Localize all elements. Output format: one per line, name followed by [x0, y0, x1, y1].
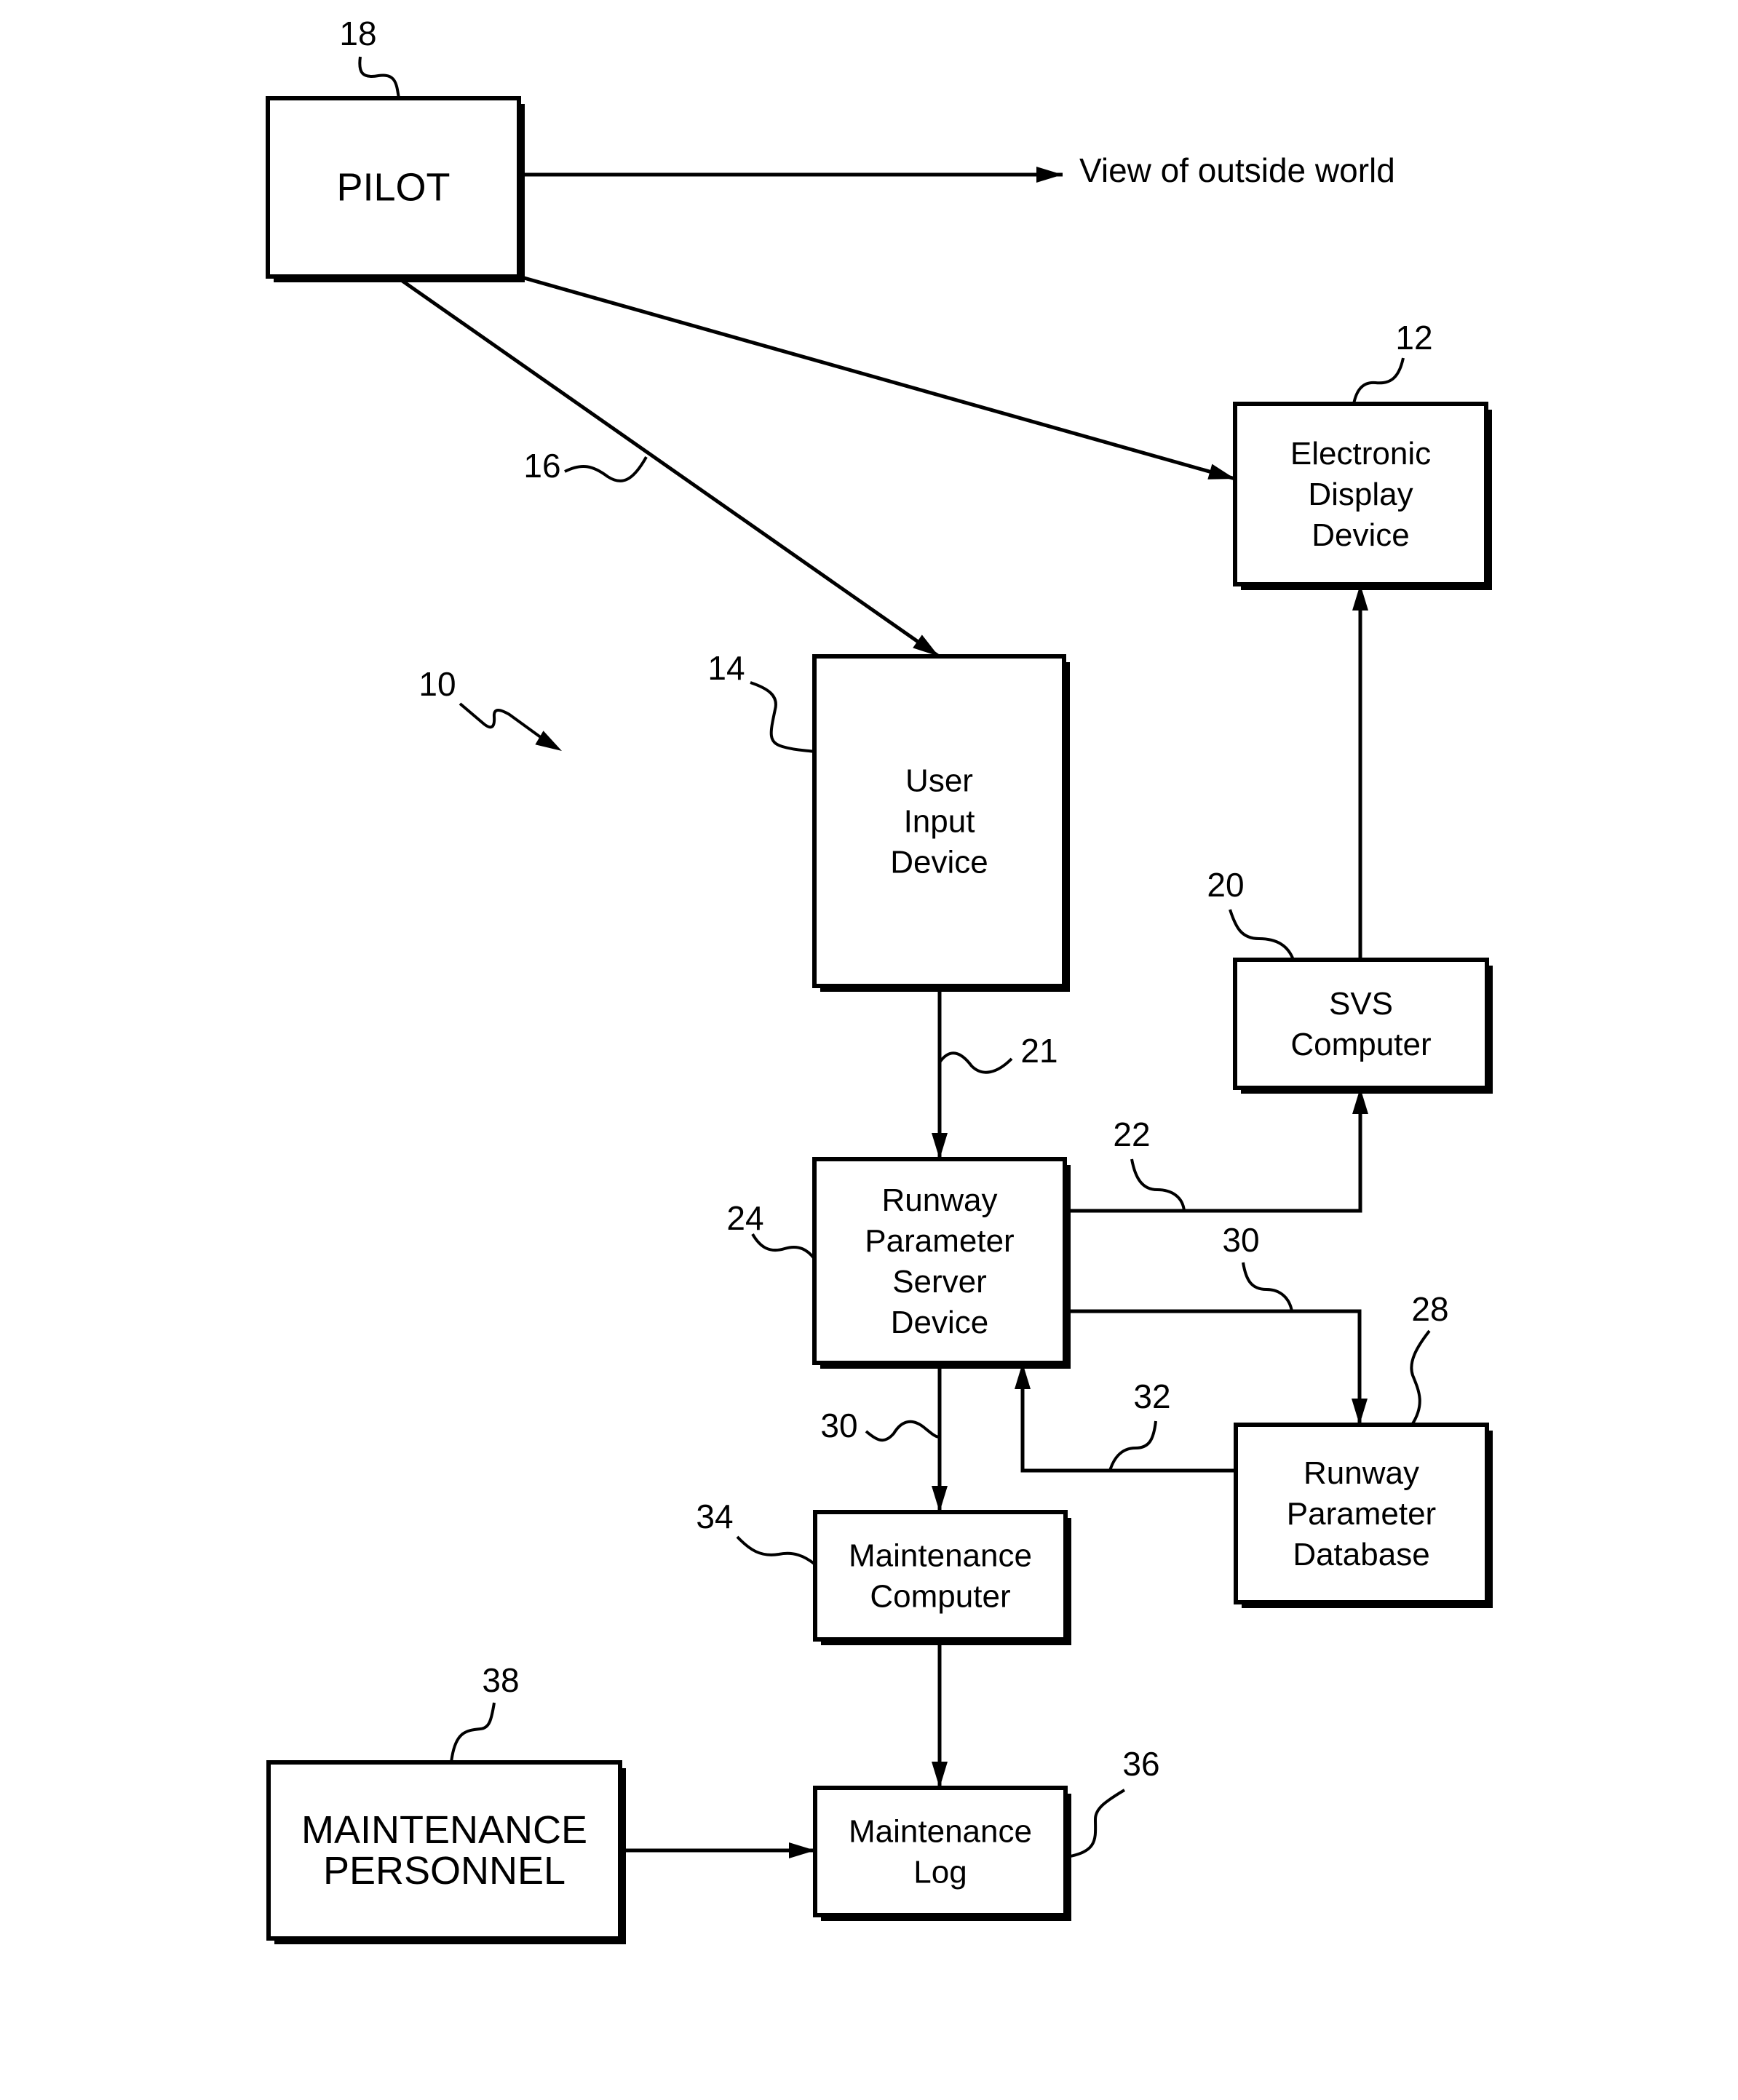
- reference-numeral: 12: [1395, 319, 1432, 357]
- block-label-line: Parameter: [1287, 1496, 1436, 1532]
- reference-numeral: 24: [726, 1199, 763, 1237]
- leader-line: [358, 56, 400, 99]
- system-ref-label: 10: [418, 665, 456, 703]
- leader-line: [564, 456, 648, 482]
- leader-line: [865, 1420, 940, 1442]
- leader-line: [1242, 1262, 1293, 1312]
- reference-numeral: 36: [1122, 1745, 1159, 1783]
- reference-numeral: 14: [707, 649, 745, 687]
- connection-ref-numeral: 21: [1020, 1032, 1058, 1070]
- svs-block: SVS Computer: [1233, 958, 1493, 1094]
- blocks-layer: PILOT Electronic Display Device User Input Dev…: [266, 96, 1493, 1944]
- block-label-line: Runway: [1304, 1455, 1419, 1491]
- block-label-line: Maintenance: [849, 1814, 1032, 1850]
- arrowhead-icon: [1352, 1399, 1368, 1425]
- leader-line: [1130, 1158, 1186, 1212]
- block-label-line: Computer: [1290, 1027, 1431, 1062]
- reference-numeral: 18: [339, 15, 376, 52]
- leader-line: [1229, 909, 1295, 960]
- display-block: Electronic Display Device: [1233, 402, 1492, 590]
- block-label-line: Server: [892, 1264, 987, 1300]
- leader-line: [1108, 1420, 1157, 1471]
- leader-line: [750, 681, 815, 753]
- block-frame: [813, 1786, 1068, 1917]
- system-ref-leader: [459, 702, 551, 745]
- block-label-line: Electronic: [1290, 436, 1431, 472]
- arrowhead-icon: [932, 1762, 948, 1788]
- block-label-line: PILOT: [336, 166, 450, 210]
- reference-numeral: 28: [1411, 1290, 1448, 1328]
- block-label-line: Maintenance: [849, 1538, 1032, 1574]
- leader-line: [1352, 357, 1405, 405]
- pilot-to-display-connector: [518, 274, 1236, 481]
- server-to-svs-connector: [1065, 1088, 1362, 1213]
- block-label-line: Computer: [870, 1579, 1010, 1615]
- server-block: Runway Parameter Server Device: [812, 1157, 1071, 1369]
- reference-numeral: 20: [1207, 866, 1244, 904]
- system-ref-arrowhead-icon: [535, 731, 562, 751]
- block-label-line: Device: [890, 845, 988, 880]
- block-label-line: SVS: [1329, 986, 1393, 1022]
- block-label-line: Device: [1312, 517, 1410, 553]
- reference-numeral: 34: [696, 1498, 733, 1535]
- reference-numeral: 38: [482, 1661, 519, 1699]
- block-label-line: Runway: [882, 1182, 998, 1218]
- leader-line: [751, 1233, 816, 1260]
- block-label-line: Input: [904, 804, 975, 840]
- leader-line: [1066, 1789, 1126, 1858]
- database-block: Runway Parameter Database: [1234, 1423, 1493, 1608]
- connection-ref-numeral: 30: [820, 1407, 857, 1444]
- pilot-to-user-input-connector: [397, 276, 940, 659]
- block-label-line: Log: [913, 1855, 967, 1890]
- leader-line: [938, 1051, 1013, 1074]
- connection-ref-numeral: 30: [1222, 1221, 1259, 1259]
- block-frame: [813, 1510, 1068, 1642]
- connection-ref-numeral: 32: [1133, 1377, 1170, 1415]
- database-to-server-connector: [1020, 1363, 1236, 1473]
- arrowhead-icon: [932, 1486, 948, 1512]
- user-input-block: User Input Device: [812, 654, 1070, 992]
- pilot-block: PILOT: [266, 96, 525, 282]
- leader-line: [1410, 1329, 1431, 1426]
- block-label-line: Parameter: [865, 1223, 1014, 1259]
- leader-line: [450, 1702, 496, 1763]
- block-label-line: User: [905, 763, 973, 799]
- block-label-line: Device: [891, 1305, 989, 1340]
- block-frame: [1233, 958, 1489, 1090]
- system-block-diagram: 18 12 14 20 24 28 34 36 38 16 21 22 30 32 30 PILOT Elec…: [266, 15, 1493, 1944]
- block-label-line: Display: [1308, 477, 1413, 512]
- mtc-computer-block: Maintenance Computer: [813, 1510, 1071, 1645]
- connection-ref-numeral: 22: [1113, 1115, 1150, 1153]
- arrowhead-icon: [932, 1133, 948, 1159]
- arrowhead-icon: [1036, 167, 1063, 183]
- mtc-log-block: Maintenance Log: [813, 1786, 1071, 1921]
- server-to-database-connector: [1065, 1309, 1362, 1425]
- mtc-personnel-block: MAINTENANCEPERSONNEL: [266, 1760, 626, 1944]
- external-view-label: View of outside world: [1079, 151, 1395, 189]
- connection-ref-numeral: 16: [523, 447, 560, 485]
- arrowhead-icon: [1207, 464, 1235, 480]
- block-label-line: PERSONNEL: [323, 1849, 566, 1893]
- block-label-line: MAINTENANCE: [301, 1808, 587, 1852]
- arrowhead-icon: [789, 1842, 815, 1858]
- block-label-line: Database: [1293, 1537, 1429, 1572]
- arrowhead-icon: [913, 635, 939, 656]
- leader-line: [736, 1535, 817, 1566]
